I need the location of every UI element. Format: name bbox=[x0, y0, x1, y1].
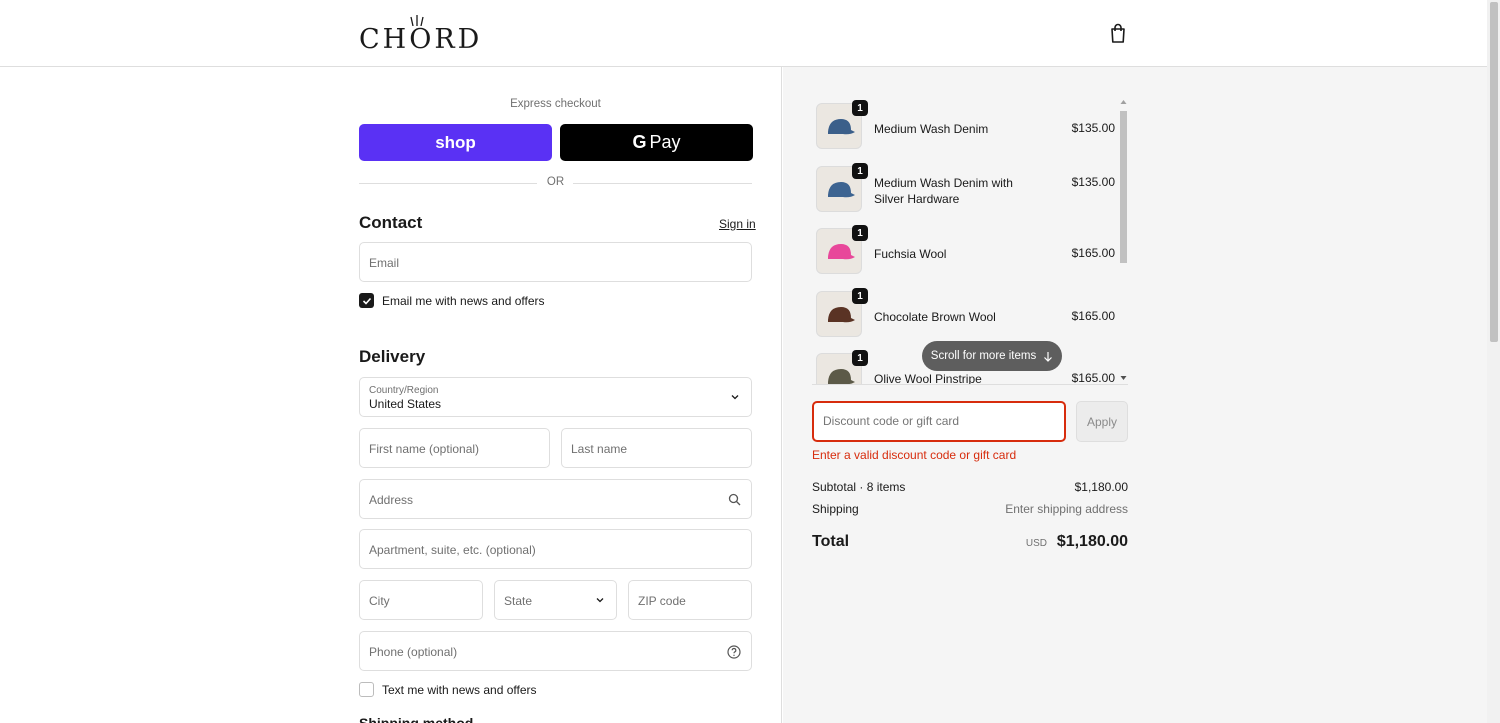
apartment-placeholder: Apartment, suite, etc. (optional) bbox=[369, 543, 536, 557]
list-item: 1 Chocolate Brown Wool $165.00 bbox=[812, 288, 1122, 340]
order-summary-column: 1 Medium Wash Denim $135.00 1 Medium Was… bbox=[783, 67, 1487, 723]
items-scrollbar-thumb[interactable] bbox=[1120, 111, 1127, 263]
last-name-placeholder: Last name bbox=[571, 442, 628, 456]
delivery-title: Delivery bbox=[359, 347, 426, 366]
shipping-row: Shipping Enter shipping address bbox=[812, 502, 1128, 516]
subtotal-value: $1,180.00 bbox=[1074, 480, 1128, 494]
phone-placeholder: Phone (optional) bbox=[369, 645, 458, 659]
total-value: $1,180.00 bbox=[1056, 533, 1128, 550]
phone-field[interactable]: Phone (optional) bbox=[359, 631, 752, 671]
arrow-down-icon bbox=[1044, 351, 1053, 362]
quantity-badge: 1 bbox=[852, 100, 868, 116]
or-divider: OR bbox=[359, 176, 752, 190]
subtotal-label: Subtotal · 8 items bbox=[812, 480, 906, 494]
text-news-checkbox-row[interactable]: Text me with news and offers bbox=[359, 682, 537, 697]
email-field[interactable]: Email bbox=[359, 242, 752, 282]
shop-pay-button[interactable]: shop bbox=[359, 124, 552, 161]
or-label: OR bbox=[546, 176, 565, 188]
email-news-checkbox[interactable] bbox=[359, 293, 374, 308]
quantity-badge: 1 bbox=[852, 163, 868, 179]
currency-code: USD bbox=[1025, 538, 1047, 549]
total-label: Total bbox=[812, 533, 850, 550]
city-field[interactable]: City bbox=[359, 580, 483, 620]
item-name: Medium Wash Denim with Silver Hardware bbox=[874, 176, 1013, 206]
google-pay-label: Pay bbox=[649, 132, 681, 152]
express-checkout-label: Express checkout bbox=[510, 98, 601, 110]
list-item: 1 Medium Wash Denim with Silver Hardware… bbox=[812, 163, 1122, 215]
page-scrollbar-thumb[interactable] bbox=[1490, 2, 1498, 342]
list-item: 1 Fuchsia Wool $165.00 bbox=[812, 225, 1122, 277]
last-name-field[interactable]: Last name bbox=[561, 428, 752, 468]
item-price: $165.00 bbox=[1071, 246, 1115, 260]
discount-error-message: Enter a valid discount code or gift card bbox=[812, 448, 1017, 462]
contact-title: Contact bbox=[359, 213, 423, 232]
item-name: Chocolate Brown Wool bbox=[874, 310, 996, 324]
first-name-field[interactable]: First name (optional) bbox=[359, 428, 550, 468]
google-pay-button[interactable]: G Pay bbox=[560, 124, 753, 161]
state-placeholder: State bbox=[504, 594, 533, 608]
scroll-up-arrow-icon[interactable] bbox=[1120, 99, 1127, 105]
subtotal-row: Subtotal · 8 items $1,180.00 bbox=[812, 480, 1128, 494]
item-price: $135.00 bbox=[1071, 121, 1115, 135]
zip-field[interactable]: ZIP code bbox=[628, 580, 752, 620]
shipping-label: Shipping bbox=[812, 502, 859, 516]
discount-input[interactable] bbox=[823, 414, 1053, 428]
email-news-checkbox-row[interactable]: Email me with news and offers bbox=[359, 293, 545, 308]
item-name: Olive Wool Pinstripe bbox=[874, 372, 982, 385]
item-price: $165.00 bbox=[1071, 309, 1115, 323]
shipping-value: Enter shipping address bbox=[1005, 502, 1128, 516]
quantity-badge: 1 bbox=[852, 225, 868, 241]
checkout-form-column: Express checkout shop G Pay OR Contact S… bbox=[0, 67, 782, 723]
site-header: CHORD bbox=[0, 0, 1487, 67]
logo-text: CHORD bbox=[359, 24, 483, 55]
scroll-down-arrow-icon[interactable] bbox=[1120, 375, 1127, 381]
quantity-badge: 1 bbox=[852, 350, 868, 366]
country-label: Country/Region bbox=[369, 385, 439, 396]
address-placeholder: Address bbox=[369, 493, 414, 507]
state-select[interactable]: State bbox=[494, 580, 617, 620]
item-price: $165.00 bbox=[1071, 371, 1115, 385]
address-field[interactable]: Address bbox=[359, 479, 752, 519]
item-name: Medium Wash Denim bbox=[874, 122, 989, 136]
list-item: 1 Medium Wash Denim $135.00 bbox=[812, 100, 1122, 152]
chevron-down-icon bbox=[596, 598, 604, 603]
google-g-icon: G bbox=[632, 132, 647, 152]
sign-in-link[interactable]: Sign in bbox=[719, 217, 756, 231]
discount-field[interactable] bbox=[812, 401, 1066, 442]
text-news-checkbox[interactable] bbox=[359, 682, 374, 697]
quantity-badge: 1 bbox=[852, 288, 868, 304]
item-name: Fuchsia Wool bbox=[874, 247, 947, 261]
checkmark-icon bbox=[362, 297, 371, 305]
help-circle-icon[interactable] bbox=[727, 645, 741, 659]
city-placeholder: City bbox=[369, 594, 390, 608]
chord-logo[interactable]: CHORD bbox=[359, 14, 483, 55]
cart-items-list[interactable]: 1 Medium Wash Denim $135.00 1 Medium Was… bbox=[812, 97, 1128, 385]
first-name-placeholder: First name (optional) bbox=[369, 442, 480, 456]
search-icon bbox=[728, 493, 741, 506]
page-scrollbar[interactable] bbox=[1487, 0, 1500, 723]
email-news-label: Email me with news and offers bbox=[382, 293, 545, 308]
scroll-hint-label: Scroll for more items bbox=[930, 350, 1037, 362]
items-scrollbar[interactable] bbox=[1118, 97, 1128, 384]
text-news-label: Text me with news and offers bbox=[382, 682, 537, 697]
chevron-down-icon bbox=[731, 395, 739, 400]
country-select[interactable]: Country/Region United States bbox=[359, 377, 752, 417]
apartment-field[interactable]: Apartment, suite, etc. (optional) bbox=[359, 529, 752, 569]
shopping-bag-icon[interactable] bbox=[1108, 22, 1128, 44]
shipping-method-title: Shipping method bbox=[359, 715, 474, 723]
scroll-for-more-button[interactable]: Scroll for more items bbox=[922, 341, 1062, 371]
apply-discount-button[interactable]: Apply bbox=[1076, 401, 1128, 442]
email-placeholder: Email bbox=[369, 256, 400, 270]
zip-placeholder: ZIP code bbox=[638, 594, 686, 608]
shop-pay-label: shop bbox=[435, 132, 476, 152]
country-value: United States bbox=[369, 397, 442, 411]
item-price: $135.00 bbox=[1071, 175, 1115, 189]
